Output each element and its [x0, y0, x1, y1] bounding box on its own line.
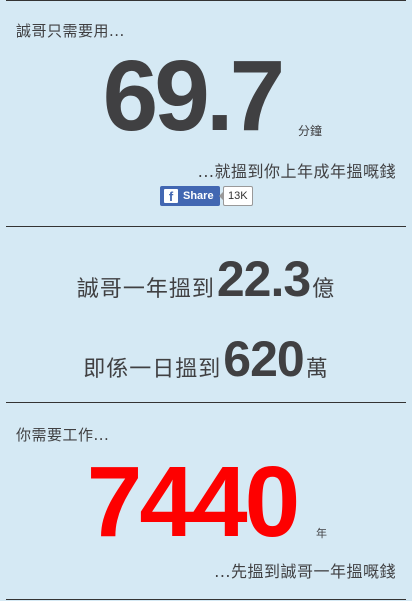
earn-year-text: ...就搵到你上年成年搵嘅錢: [197, 162, 396, 181]
divider-1: [6, 226, 406, 227]
top-rule: [6, 0, 406, 1]
years-number: 7440: [86, 446, 300, 558]
facebook-icon: f: [164, 189, 178, 203]
share-label: Share: [183, 190, 214, 202]
years-unit: 年: [316, 527, 327, 540]
years-value: 7440: [0, 452, 412, 552]
daily-unit: 萬: [305, 357, 329, 382]
yearly-earning-line: 誠哥一年搵到22.3億: [0, 250, 412, 308]
minutes-value: 69.7: [0, 46, 412, 146]
daily-earning-line: 即係一日搵到620萬: [0, 330, 412, 388]
earn-first-text: ...先搵到誠哥一年搵嘅錢: [214, 562, 396, 581]
daily-value: 620: [223, 331, 304, 387]
daily-label: 即係一日搵到: [83, 357, 222, 382]
facebook-share-button[interactable]: f Share: [160, 186, 220, 206]
yearly-value: 22.3: [216, 251, 311, 307]
yearly-unit: 億: [312, 277, 336, 302]
intro-text: 誠哥只需要用...: [16, 22, 125, 40]
need-work-text: 你需要工作...: [16, 426, 110, 444]
minutes-number: 69.7: [102, 40, 286, 152]
divider-2: [6, 402, 406, 403]
yearly-label: 誠哥一年搵到: [76, 277, 215, 302]
bottom-rule: [6, 599, 406, 600]
minutes-unit: 分鐘: [298, 124, 323, 138]
share-count: 13K: [219, 186, 253, 206]
